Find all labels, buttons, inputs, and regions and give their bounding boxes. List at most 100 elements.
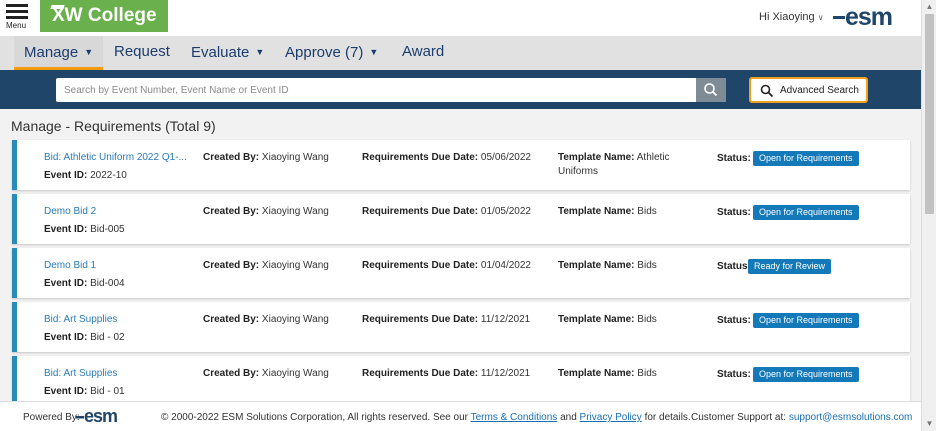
status-badge: Open for Requirements — [753, 313, 859, 328]
event-title-link[interactable]: Demo Bid 2 — [44, 206, 96, 217]
template-label: Template Name: — [558, 260, 635, 271]
template-label: Template Name: — [558, 314, 635, 325]
created-by-label: Created By: — [203, 152, 260, 163]
due-date: Requirements Due Date: 11/12/2021 — [362, 368, 530, 379]
event-id-label: Event ID: — [44, 332, 88, 343]
nav-manage[interactable]: Manage ▼ — [14, 36, 104, 70]
page-scrollbar[interactable]: ▲ ▼ — [921, 0, 936, 431]
template-name: Template Name: Bids — [558, 367, 698, 381]
status-label: Status: — [717, 207, 751, 218]
event-id-value: 2022-10 — [90, 170, 127, 181]
template-value: Bids — [637, 314, 657, 325]
top-header: Menu XW College Hi Xiaoying ∨ esm — [0, 0, 921, 36]
scroll-down-icon[interactable]: ▼ — [925, 419, 934, 428]
due-date: Requirements Due Date: 11/12/2021 — [362, 314, 530, 325]
due-date-label: Requirements Due Date: — [362, 152, 479, 163]
created-by: Created By: Xiaoying Wang — [203, 314, 329, 325]
due-date-label: Requirements Due Date: — [362, 314, 479, 325]
status-badge: Open for Requirements — [753, 151, 859, 166]
template-name: Template Name: Bids — [558, 313, 698, 327]
event-row: Bid: Art Supplies Event ID: Bid - 01 Cre… — [12, 356, 910, 401]
page-title-separator: - — [61, 118, 75, 134]
created-by-value: Xiaoying Wang — [261, 206, 329, 217]
template-name: Template Name: Bids — [558, 259, 698, 273]
chevron-down-icon: ∨ — [817, 13, 824, 22]
copyright: © 2000-2022 ESM Solutions Corporation, A… — [161, 412, 691, 423]
status-label: Status: — [717, 369, 751, 380]
nav-evaluate[interactable]: Evaluate ▼ — [191, 36, 264, 70]
caret-down-icon: ▼ — [369, 47, 379, 57]
hamburger-icon — [6, 4, 28, 7]
search-icon — [760, 84, 774, 98]
nav-request-label: Request — [114, 43, 170, 60]
event-id: Event ID: Bid-005 — [44, 224, 125, 235]
template-label: Template Name: — [558, 368, 635, 379]
created-by-value: Xiaoying Wang — [261, 152, 329, 163]
event-id-value: Bid-004 — [90, 278, 125, 289]
status-badge: Open for Requirements — [753, 367, 859, 382]
nav-approve-label: Approve (7) — [285, 44, 364, 61]
due-date: Requirements Due Date: 05/06/2022 — [362, 152, 531, 163]
user-menu[interactable]: Hi Xiaoying ∨ — [759, 11, 824, 23]
event-id-label: Event ID: — [44, 278, 88, 289]
status-label: Status: — [717, 153, 751, 164]
created-by: Created By: Xiaoying Wang — [203, 152, 329, 163]
due-date-value: 05/06/2022 — [480, 152, 531, 163]
due-date: Requirements Due Date: 01/04/2022 — [362, 260, 531, 271]
and-text: and — [560, 412, 577, 423]
created-by-label: Created By: — [203, 368, 260, 379]
powered-by-label: Powered By: — [23, 412, 80, 423]
user-greeting: Hi Xiaoying — [759, 11, 815, 23]
due-date-value: 01/04/2022 — [480, 260, 531, 271]
event-id-value: Bid - 01 — [90, 386, 125, 397]
event-title-link[interactable]: Bid: Athletic Uniform 2022 Q1-... — [44, 152, 187, 163]
advanced-search-button[interactable]: Advanced Search — [749, 77, 868, 103]
template-name: Template Name: Athletic Uniforms — [558, 151, 698, 179]
customer-support: Customer Support at: support@esmsolution… — [691, 412, 912, 423]
event-title-link[interactable]: Bid: Art Supplies — [44, 368, 117, 379]
nav-award[interactable]: Award — [402, 36, 444, 70]
event-id: Event ID: Bid - 02 — [44, 332, 125, 343]
event-row: Demo Bid 1 Event ID: Bid-004 Created By:… — [12, 248, 910, 298]
copyright-text: © 2000-2022 ESM Solutions Corporation, A… — [161, 412, 468, 423]
nav-award-label: Award — [402, 43, 445, 60]
scrollbar-thumb[interactable] — [925, 14, 934, 214]
support-label: Customer Support at: — [691, 412, 787, 423]
created-by: Created By: Xiaoying Wang — [203, 260, 329, 271]
scroll-up-icon[interactable]: ▲ — [925, 2, 934, 11]
created-by-label: Created By: — [203, 260, 260, 271]
nav-approve[interactable]: Approve (7) ▼ — [285, 36, 378, 70]
event-id-label: Event ID: — [44, 170, 88, 181]
terms-link[interactable]: Terms & Conditions — [471, 412, 558, 423]
support-email-link[interactable]: support@esmsolutions.com — [789, 412, 913, 423]
hamburger-icon-bar — [6, 10, 28, 13]
status-badge: Ready for Review — [748, 259, 832, 274]
due-date-value: 11/12/2021 — [480, 314, 531, 325]
event-row: Demo Bid 2 Event ID: Bid-005 Created By:… — [12, 194, 910, 244]
page-subsection: Requirements — [74, 118, 162, 134]
due-date-value: 01/05/2022 — [480, 206, 531, 217]
template-label: Template Name: — [558, 206, 635, 217]
status-label: Status: — [717, 315, 751, 326]
template-value: Bids — [637, 368, 657, 379]
nav-request[interactable]: Request — [114, 36, 170, 70]
search-icon — [704, 83, 718, 97]
due-date: Requirements Due Date: 01/05/2022 — [362, 206, 531, 217]
menu-button[interactable]: Menu — [6, 2, 32, 32]
event-title-link[interactable]: Demo Bid 1 — [44, 260, 96, 271]
privacy-link[interactable]: Privacy Policy — [580, 412, 642, 423]
college-logo[interactable]: XW College — [40, 0, 168, 32]
created-by: Created By: Xiaoying Wang — [203, 206, 329, 217]
event-title-link[interactable]: Bid: Art Supplies — [44, 314, 117, 325]
event-row: Bid: Art Supplies Event ID: Bid - 02 Cre… — [12, 302, 910, 352]
main-nav: Manage ▼ Request Evaluate ▼ Approve (7) ▼ A… — [0, 36, 921, 70]
caret-down-icon: ▼ — [84, 47, 94, 57]
search-button[interactable] — [696, 78, 726, 102]
page-title: Manage - Requirements (Total 9) — [11, 118, 216, 134]
mortarboard-icon — [50, 5, 65, 9]
search-input[interactable] — [56, 78, 696, 102]
status-badge: Open for Requirements — [753, 205, 859, 220]
due-date-label: Requirements Due Date: — [362, 260, 479, 271]
footer: Powered By: esm © 2000-2022 ESM Solution… — [0, 401, 921, 431]
page-section: Manage — [11, 118, 62, 134]
